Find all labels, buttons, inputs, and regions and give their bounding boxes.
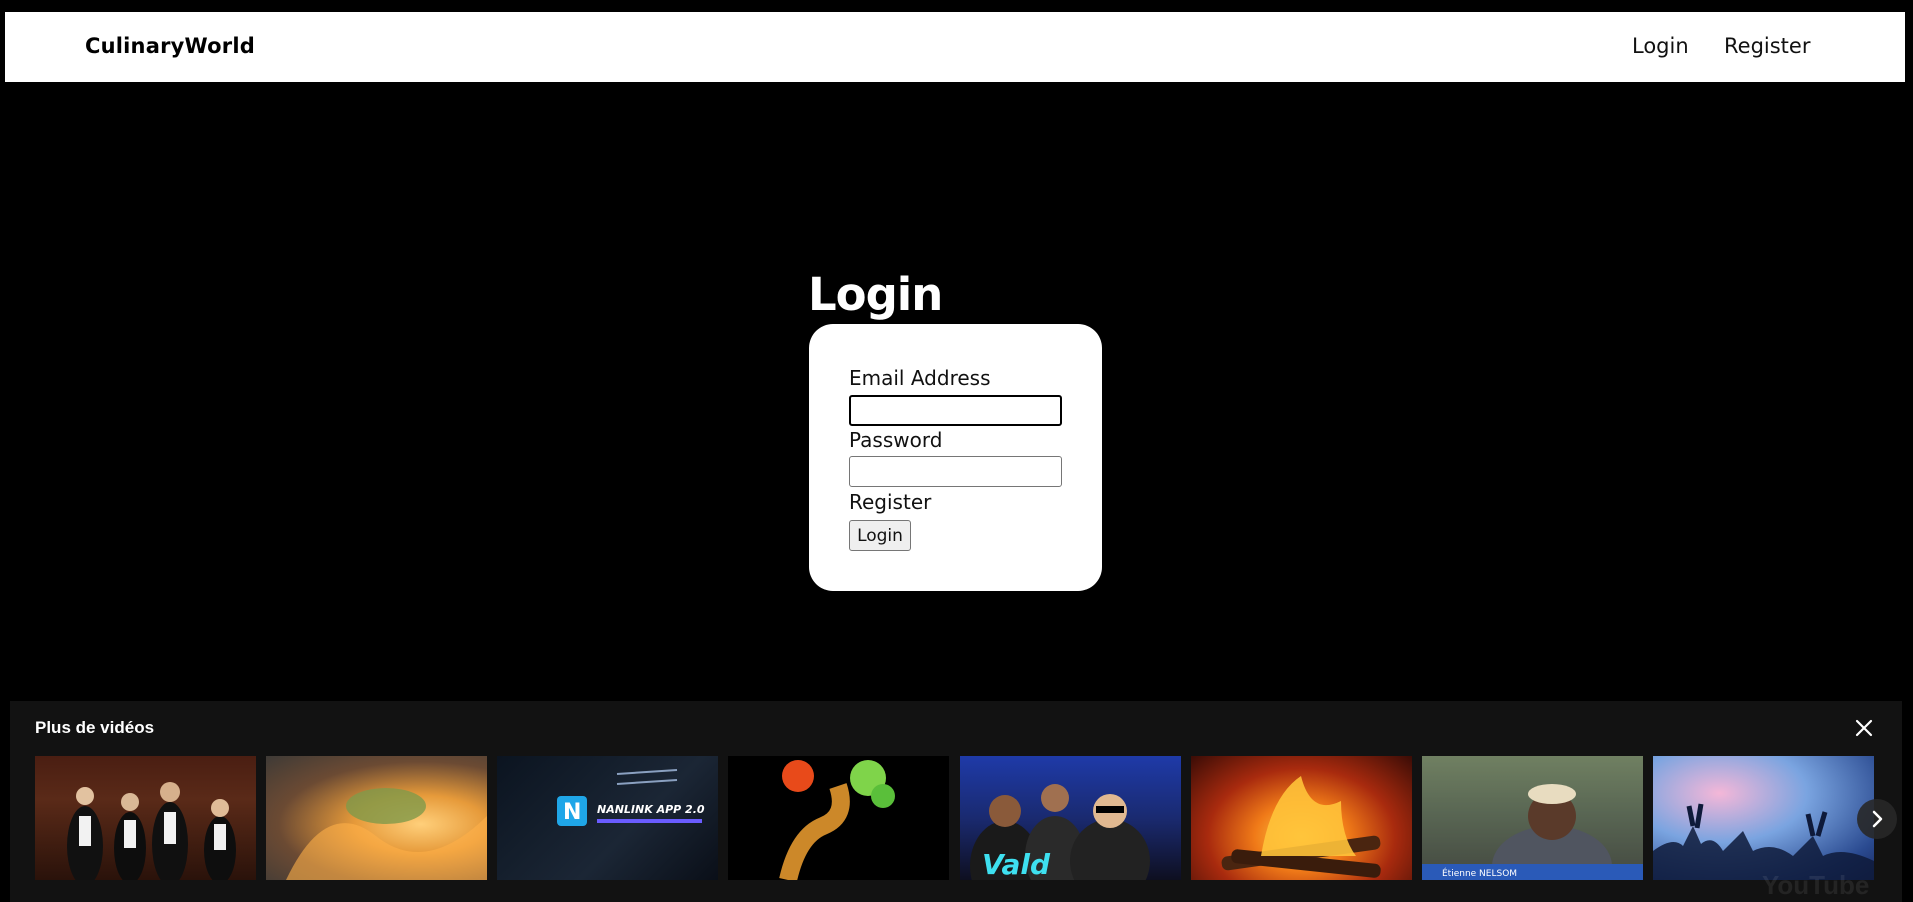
email-field[interactable] [849, 395, 1062, 426]
email-label: Email Address [849, 366, 991, 390]
more-videos-title: Plus de vidéos [35, 718, 155, 737]
video-thumbnail-4[interactable] [728, 756, 949, 880]
register-link[interactable]: Register [849, 490, 931, 514]
password-field[interactable] [849, 456, 1062, 487]
nav-register-link[interactable]: Register [1724, 34, 1810, 58]
video-thumbnail-2[interactable] [266, 756, 487, 880]
nav-login-link[interactable]: Login [1632, 34, 1689, 58]
video-thumbnail-6[interactable] [1191, 756, 1412, 880]
login-card: Email Address Password Register Login [809, 324, 1102, 591]
video-thumbnail-8[interactable] [1653, 756, 1874, 880]
svg-text:Vald: Vald [982, 848, 1051, 880]
youtube-watermark: YouTube [1762, 870, 1870, 900]
password-label: Password [849, 428, 943, 452]
page-title: Login [808, 268, 943, 321]
svg-text:Étienne NELSOM: Étienne NELSOM [1442, 867, 1517, 879]
svg-text:NANLINK APP 2.0: NANLINK APP 2.0 [597, 803, 705, 816]
video-thumbnail-5[interactable]: Vald [960, 756, 1181, 880]
video-thumbnail-7[interactable]: Étienne NELSOM [1422, 756, 1643, 880]
video-thumbnail-3[interactable]: N NANLINK APP 2.0 [497, 756, 718, 880]
chevron-right-icon[interactable] [1857, 799, 1897, 839]
more-videos-panel: Plus de vidéos N NANLINK APP 2.0 Vald Ét… [10, 701, 1902, 902]
top-navbar: CulinaryWorld Login Register [5, 12, 1905, 82]
login-button[interactable]: Login [849, 520, 911, 551]
close-icon[interactable] [1851, 715, 1877, 741]
video-thumbnail-1[interactable] [35, 756, 256, 880]
svg-text:N: N [563, 800, 581, 825]
brand-logo[interactable]: CulinaryWorld [85, 34, 255, 58]
